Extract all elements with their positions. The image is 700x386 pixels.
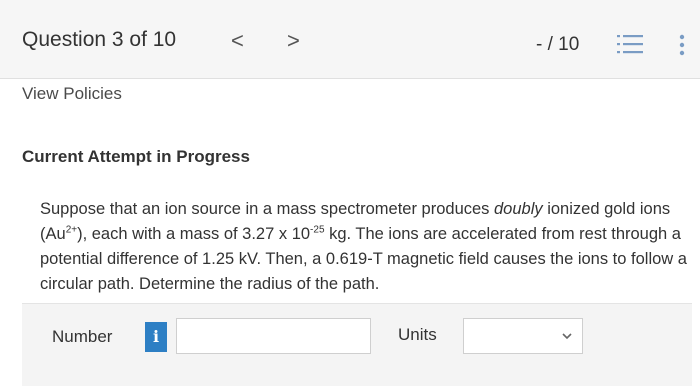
question-header: Question 3 of 10 < > - / 10 (0, 0, 700, 79)
units-label: Units (398, 325, 437, 344)
number-label: Number (52, 327, 113, 346)
question-text-part: ), each with a mass of 3.27 x 10 (77, 225, 311, 243)
list-icon[interactable] (617, 34, 643, 54)
info-button[interactable]: i (145, 322, 167, 352)
score-display: - / 10 (536, 34, 580, 55)
number-input[interactable] (176, 318, 371, 354)
question-emphasis: doubly (494, 200, 543, 218)
mass-exponent: -25 (310, 224, 325, 236)
question-title: Question 3 of 10 (22, 28, 177, 51)
view-policies-link[interactable]: View Policies (22, 84, 122, 104)
units-dropdown[interactable] (463, 318, 583, 354)
ion-charge: 2+ (65, 224, 78, 236)
question-text-part: Suppose that an ion source in a mass spe… (40, 200, 494, 218)
next-question-button[interactable]: > (287, 30, 300, 52)
more-vertical-icon[interactable] (678, 34, 686, 56)
attempt-heading: Current Attempt in Progress (22, 147, 250, 166)
question-text: Suppose that an ion source in a mass spe… (40, 197, 690, 297)
previous-question-button[interactable]: < (231, 30, 244, 52)
chevron-down-icon (562, 333, 572, 340)
